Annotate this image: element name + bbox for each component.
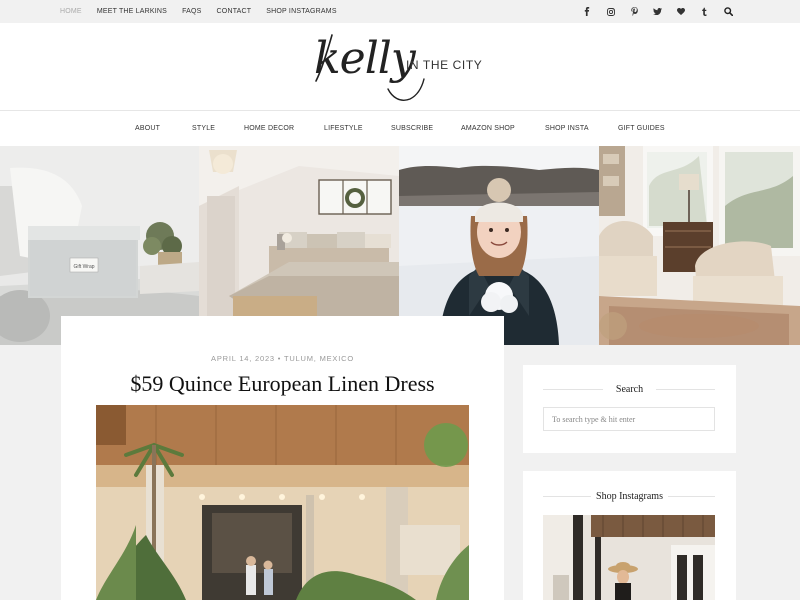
topnav-faqs-link[interactable]: FAQS <box>182 8 201 15</box>
logo-script-text: kelly <box>314 33 416 84</box>
search-icon[interactable] <box>722 6 734 18</box>
site-logo[interactable]: kelly IN THE CITY <box>312 29 492 105</box>
topnav-home-link[interactable]: HOME <box>60 8 82 15</box>
nav-shop-insta-link[interactable]: SHOP INSTA <box>545 125 589 132</box>
post-featured-image[interactable] <box>96 405 469 600</box>
top-nav: HOME MEET THE LARKINS FAQS CONTACT SHOP … <box>60 0 352 23</box>
sitting-room-chairs-photo[interactable] <box>599 146 800 345</box>
search-input[interactable] <box>543 407 715 431</box>
nav-gift-guides-link[interactable]: GIFT GUIDES <box>618 125 665 132</box>
shop-instagrams-widget: Shop Instagrams <box>523 471 736 600</box>
search-widget: Search <box>523 365 736 453</box>
nav-style-link[interactable]: STYLE <box>192 125 215 132</box>
pinterest-icon[interactable] <box>628 6 640 18</box>
nav-about-link[interactable]: ABOUT <box>135 125 160 132</box>
post-meta: APRIL 14, 2023 • TULUM, MEXICO <box>211 354 354 363</box>
featured-post-card: APRIL 14, 2023 • TULUM, MEXICO $59 Quinc… <box>61 316 504 600</box>
topnav-meet-the-larkins-link[interactable]: MEET THE LARKINS <box>97 8 167 15</box>
heart-icon[interactable] <box>675 6 687 18</box>
main-nav: ABOUT STYLE HOME DECOR LIFESTYLE SUBSCRI… <box>0 111 800 146</box>
social-links <box>570 0 735 23</box>
nav-home-decor-link[interactable]: HOME DECOR <box>244 125 294 132</box>
top-bar: HOME MEET THE LARKINS FAQS CONTACT SHOP … <box>0 0 800 23</box>
shop-instagrams-widget-title: Shop Instagrams <box>596 491 663 502</box>
instagram-icon[interactable] <box>605 6 617 18</box>
site-header: kelly IN THE CITY <box>0 23 800 111</box>
tumblr-icon[interactable] <box>699 6 711 18</box>
twitter-icon[interactable] <box>652 6 664 18</box>
logo-tagline: IN THE CITY <box>406 58 483 72</box>
nav-subscribe-link[interactable]: SUBSCRIBE <box>391 125 433 132</box>
topnav-shop-instagrams-link[interactable]: SHOP INSTAGRAMS <box>266 8 336 15</box>
storage-box-label: Gift Wrap <box>73 264 94 270</box>
topnav-contact-link[interactable]: CONTACT <box>217 8 252 15</box>
facebook-icon[interactable] <box>581 6 593 18</box>
nav-lifestyle-link[interactable]: LIFESTYLE <box>324 125 363 132</box>
search-widget-title: Search <box>615 384 644 395</box>
post-title[interactable]: $59 Quince European Linen Dress <box>61 371 504 397</box>
instagram-post-image[interactable] <box>543 515 715 600</box>
nav-amazon-shop-link[interactable]: AMAZON SHOP <box>461 125 515 132</box>
